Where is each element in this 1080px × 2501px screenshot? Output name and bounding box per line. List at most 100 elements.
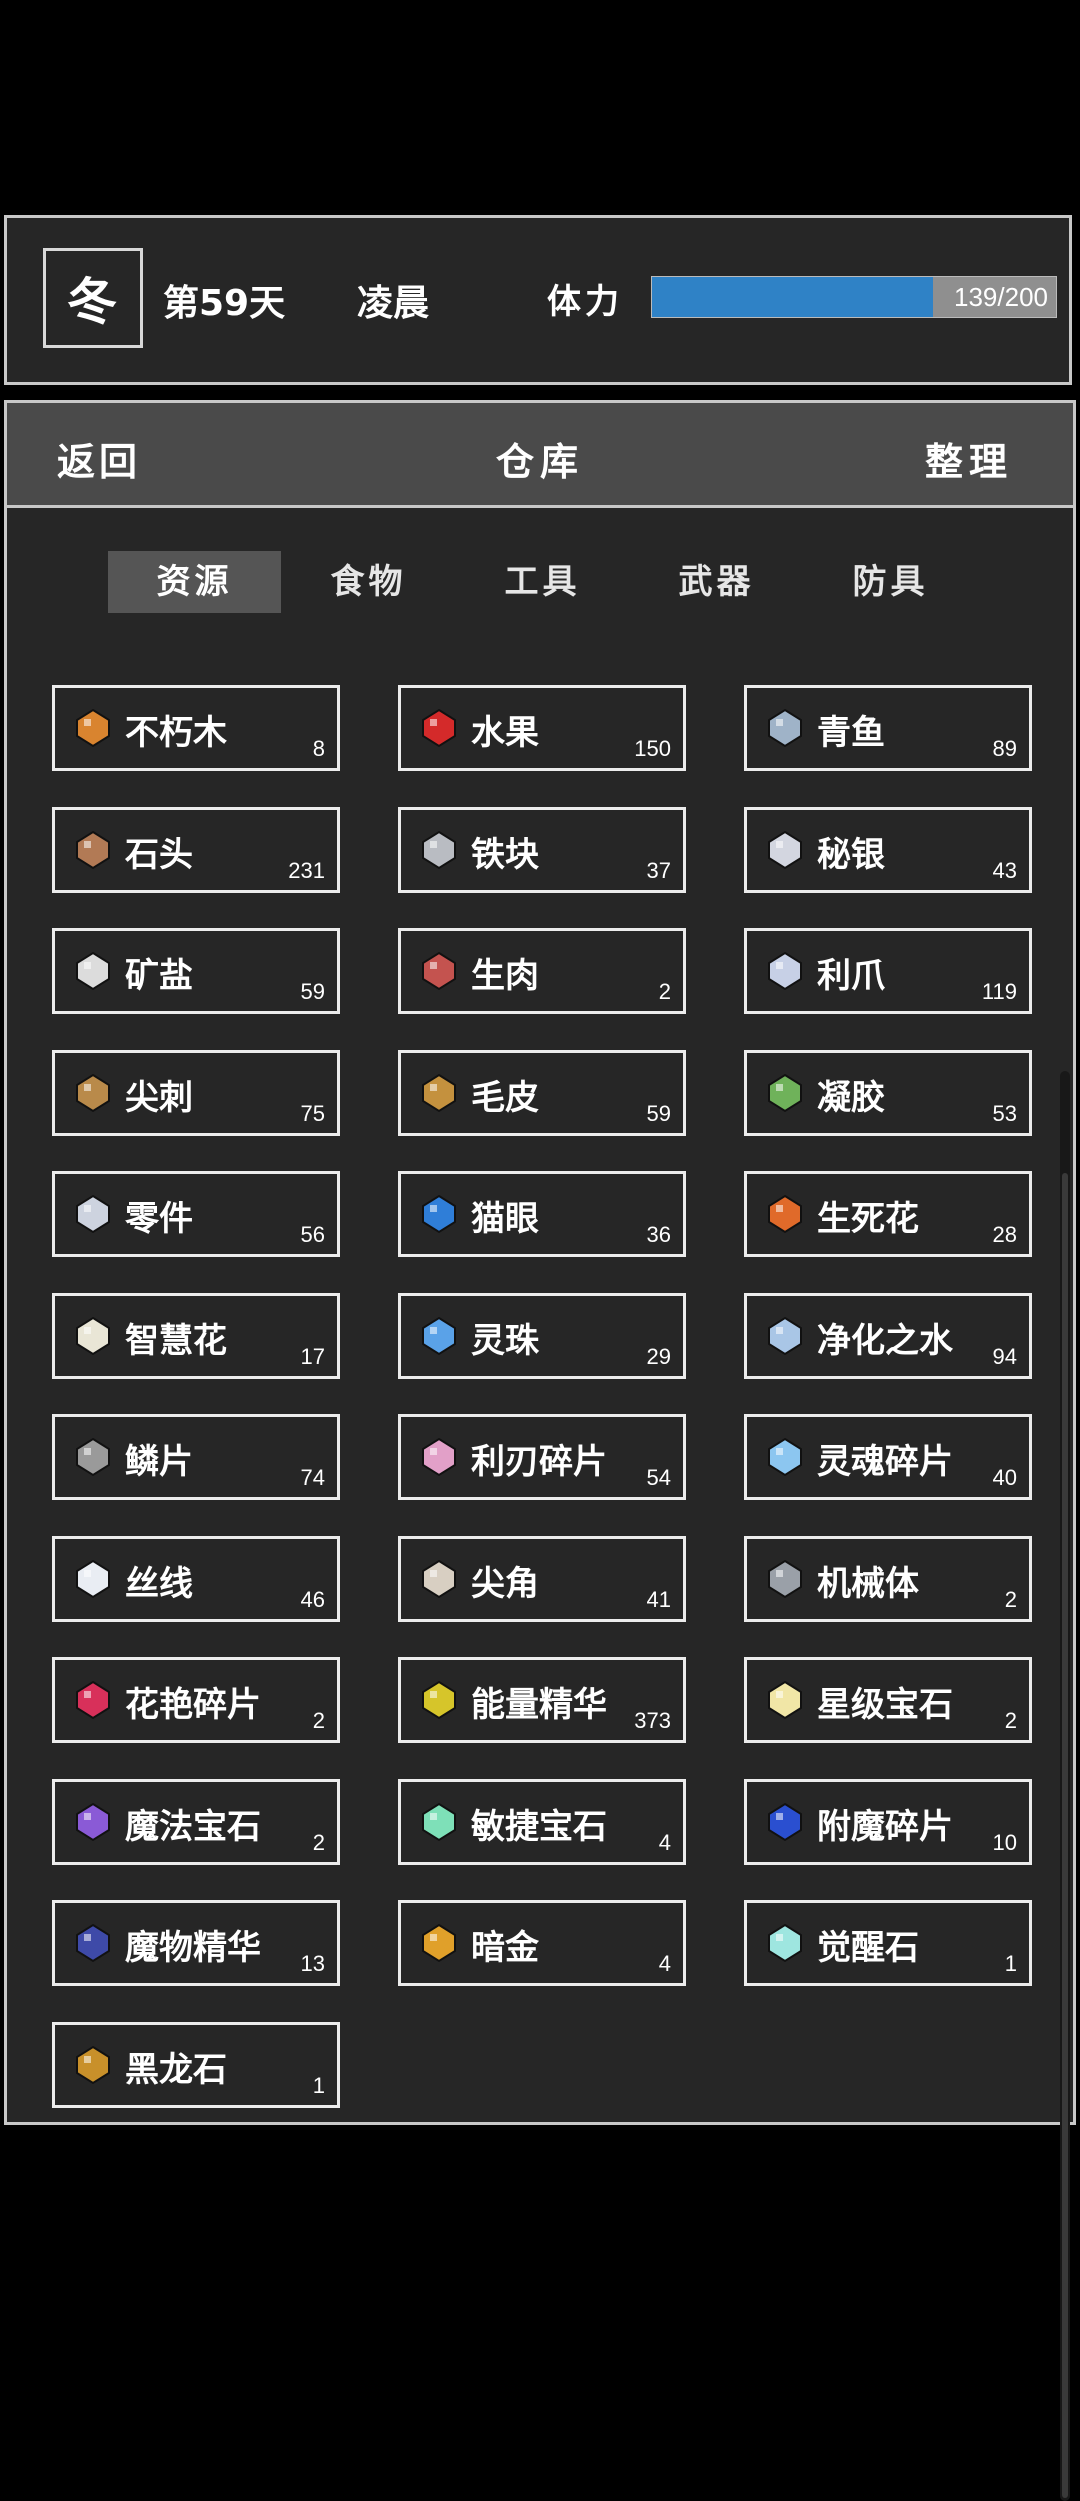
item-name: 觉醒石: [817, 1928, 919, 1968]
horn-icon: [418, 1558, 460, 1600]
item-slot[interactable]: 黑龙石 1: [52, 2021, 340, 2108]
item-count: 119: [981, 979, 1017, 1004]
item-name: 猫眼: [471, 1199, 539, 1239]
item-name: 附魔碎片: [817, 1806, 953, 1847]
item-name: 生肉: [471, 956, 539, 996]
item-slot[interactable]: 星级宝石 2: [744, 1657, 1032, 1743]
fish-icon: [764, 707, 806, 749]
item-slot[interactable]: 矿盐 59: [52, 928, 340, 1014]
item-slot[interactable]: 尖刺 75: [52, 1049, 340, 1136]
item-slot[interactable]: 生死花 28: [744, 1171, 1032, 1257]
scrollbar-thumb[interactable]: [1062, 1173, 1068, 2498]
iron-ingot-icon: [418, 829, 460, 871]
item-slot[interactable]: 零件 56: [52, 1171, 340, 1257]
item-count: 4: [658, 1951, 671, 1976]
item-slot[interactable]: 魔法宝石 2: [52, 1778, 340, 1865]
item-name: 鳞片: [125, 1442, 193, 1482]
tab-weapons[interactable]: 武器: [630, 551, 803, 613]
black-dragon-stone-icon: [72, 2044, 114, 2086]
item-slot[interactable]: 鳞片 74: [52, 1414, 340, 1500]
item-name: 魔法宝石: [125, 1806, 261, 1847]
mithril-icon: [764, 829, 806, 871]
item-name: 毛皮: [471, 1077, 539, 1118]
item-slot[interactable]: 石头 231: [52, 806, 340, 893]
item-slot[interactable]: 敏捷宝石 4: [398, 1778, 686, 1865]
item-name: 敏捷宝石: [471, 1806, 607, 1847]
item-count: 373: [634, 1708, 671, 1733]
dark-gold-icon: [418, 1922, 460, 1964]
flower-shard-icon: [72, 1679, 114, 1721]
item-name: 星级宝石: [817, 1685, 953, 1725]
stamina-bar: 139/200: [651, 276, 1057, 318]
apple-icon: [418, 707, 460, 749]
item-slot[interactable]: 丝线 46: [52, 1535, 340, 1622]
item-name: 青鱼: [817, 713, 885, 753]
item-count: 59: [646, 1100, 671, 1126]
item-slot[interactable]: 利爪 119: [744, 928, 1032, 1014]
page-title: 仓库: [495, 440, 584, 484]
item-count: 56: [300, 1222, 325, 1247]
item-count: 2: [312, 1708, 325, 1733]
item-name: 利刃碎片: [471, 1442, 607, 1482]
item-count: 150: [634, 736, 671, 761]
stamina-label: 体力: [547, 282, 623, 322]
item-slot[interactable]: 毛皮 59: [398, 1049, 686, 1136]
mechanism-icon: [764, 1558, 806, 1600]
item-name: 凝胶: [817, 1077, 885, 1118]
claw-icon: [764, 950, 806, 992]
item-count: 2: [658, 979, 671, 1004]
item-slot[interactable]: 水果 150: [398, 685, 686, 771]
item-slot[interactable]: 利刃碎片 54: [398, 1414, 686, 1500]
item-slot[interactable]: 暗金 4: [398, 1900, 686, 1986]
item-name: 零件: [125, 1199, 193, 1239]
fur-icon: [418, 1072, 460, 1114]
tab-armor[interactable]: 防具: [804, 551, 977, 613]
scale-icon: [72, 1436, 114, 1478]
wood-icon: [72, 707, 114, 749]
item-slot[interactable]: 魔物精华 13: [52, 1900, 340, 1986]
sort-button[interactable]: 整理: [925, 431, 1013, 486]
item-name: 能量精华: [471, 1685, 607, 1725]
item-name: 铁块: [471, 834, 539, 875]
item-slot[interactable]: 能量精华 373: [398, 1657, 686, 1743]
agility-gem-icon: [418, 1801, 460, 1843]
item-slot[interactable]: 灵珠 29: [398, 1292, 686, 1379]
tab-resources[interactable]: 资源: [108, 551, 281, 613]
item-slot[interactable]: 觉醒石 1: [744, 1900, 1032, 1986]
item-slot[interactable]: 灵魂碎片 40: [744, 1414, 1032, 1500]
item-count: 94: [992, 1343, 1017, 1369]
item-slot[interactable]: 不朽木 8: [52, 685, 340, 771]
item-count: 40: [992, 1465, 1017, 1490]
awakening-stone-icon: [764, 1922, 806, 1964]
item-slot[interactable]: 净化之水 94: [744, 1292, 1032, 1379]
gel-icon: [764, 1072, 806, 1114]
item-slot[interactable]: 生肉 2: [398, 928, 686, 1014]
season-badge: 冬: [43, 248, 143, 348]
item-slot[interactable]: 尖角 41: [398, 1535, 686, 1622]
item-slot[interactable]: 秘银 43: [744, 806, 1032, 893]
item-count: 43: [992, 857, 1017, 883]
item-count: 17: [300, 1343, 325, 1369]
item-slot[interactable]: 花艳碎片 2: [52, 1657, 340, 1743]
item-count: 231: [288, 857, 325, 883]
item-count: 28: [992, 1222, 1017, 1247]
item-slot[interactable]: 附魔碎片 10: [744, 1778, 1032, 1865]
item-count: 41: [646, 1586, 671, 1612]
item-slot[interactable]: 智慧花 17: [52, 1292, 340, 1379]
item-slot[interactable]: 铁块 37: [398, 806, 686, 893]
item-count: 89: [992, 736, 1017, 761]
item-count: 74: [300, 1465, 325, 1490]
item-name: 净化之水: [817, 1320, 953, 1361]
time-of-day: 凌晨: [357, 283, 430, 324]
purified-water-icon: [764, 1315, 806, 1357]
tab-food[interactable]: 食物: [282, 551, 455, 613]
item-name: 不朽木: [125, 713, 227, 753]
item-slot[interactable]: 青鱼 89: [744, 685, 1032, 771]
day-counter: 第59天: [163, 283, 286, 324]
item-slot[interactable]: 猫眼 36: [398, 1171, 686, 1257]
item-count: 2: [1004, 1586, 1017, 1612]
item-slot[interactable]: 机械体 2: [744, 1535, 1032, 1622]
item-slot[interactable]: 凝胶 53: [744, 1049, 1032, 1136]
item-name: 暗金: [471, 1928, 539, 1968]
tab-tools[interactable]: 工具: [456, 551, 629, 613]
